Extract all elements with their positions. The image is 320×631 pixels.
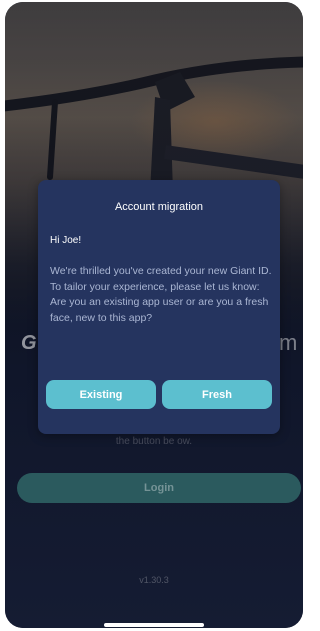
app-screen: G m the button be ow. Login v1.30.3 Acco… [5,2,303,628]
brand-logo-fragment: G [21,332,37,354]
brand-logo-fragment-right: m [279,330,298,355]
fresh-button[interactable]: Fresh [162,380,272,409]
dialog-title: Account migration [114,201,204,213]
login-button[interactable]: Login [17,473,301,503]
existing-button[interactable]: Existing [46,380,156,409]
version-label: v1.30.3 [139,575,169,585]
account-migration-dialog: Account migration Hi Joe! We're thrilled… [38,180,280,434]
dialog-message: We're thrilled you've created your new G… [50,265,272,324]
dialog-greeting: Hi Joe! [50,235,82,246]
helper-text: the button be ow. [115,436,193,447]
home-indicator[interactable] [104,623,204,627]
